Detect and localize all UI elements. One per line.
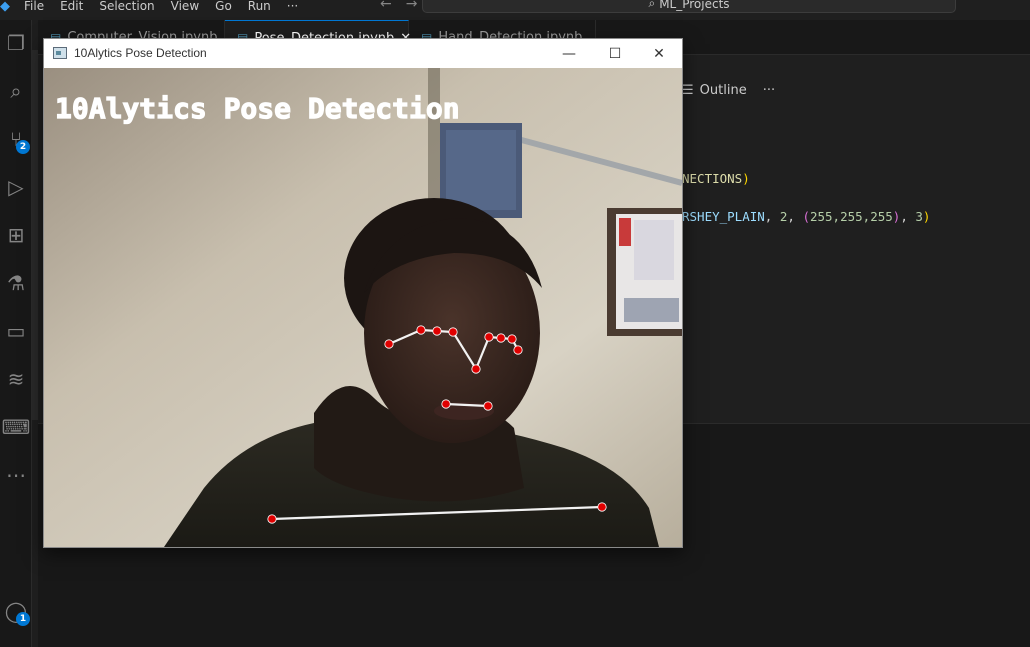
vscode-logo-icon: ◆ [0, 0, 10, 14]
code-line-connections[interactable]: NECTIONS) [682, 171, 750, 186]
landmark-left-ear [513, 345, 523, 355]
code-paren: ) [922, 209, 931, 224]
code-paren: ) [742, 171, 750, 186]
activity-bar: ❐ ⌕ ⑂ 2 ▷ ⊞ ⚗ ▭ ≋ ⌨ ⋯ ◯ 1 [0, 20, 32, 647]
poster-detail [446, 130, 516, 210]
landmark-right-eye-outer [416, 325, 426, 335]
source-control-badge: 2 [16, 140, 30, 154]
menu-file[interactable]: File [24, 0, 44, 13]
calendar-page [634, 220, 674, 280]
accounts-badge: 1 [16, 612, 30, 626]
window-title-bar[interactable]: 10Alytics Pose Detection — ☐ ✕ [44, 39, 682, 68]
close-button[interactable]: ✕ [636, 39, 682, 68]
landmark-right-eye [432, 326, 442, 336]
maximize-button[interactable]: ☐ [592, 39, 638, 68]
search-icon[interactable]: ⌕ [0, 76, 32, 106]
landmark-left-eye [496, 333, 506, 343]
app-window-icon [53, 47, 67, 59]
nav-buttons: ← → [380, 0, 417, 12]
pose-detection-window[interactable]: 10Alytics Pose Detection — ☐ ✕ 10Alytics… [43, 38, 683, 548]
landmark-right-eye-inner [448, 327, 458, 337]
overlay-title-text: 10Alytics Pose Detection [55, 92, 460, 125]
minimize-button[interactable]: — [546, 39, 592, 68]
remote-explorer-icon[interactable]: ▭ [0, 316, 32, 346]
webcam-frame-svg: 10Alytics Pose Detection [44, 68, 682, 547]
landmark-nose [471, 364, 481, 374]
menu-more[interactable]: ··· [287, 0, 298, 13]
list-icon: ☰ [682, 82, 694, 98]
more-actions-icon[interactable]: ··· [763, 83, 775, 98]
menu-run[interactable]: Run [248, 0, 271, 13]
menu-selection[interactable]: Selection [99, 0, 154, 13]
landmark-mouth-right [441, 399, 451, 409]
run-debug-icon[interactable]: ▷ [0, 172, 32, 202]
menu-bar: ◆ File Edit Selection View Go Run ··· [0, 0, 314, 16]
landmark-mouth-left [483, 401, 493, 411]
code-line-puttext[interactable]: RSHEY_PLAIN, 2, (255,255,255), 3) [682, 209, 930, 224]
menu-view[interactable]: View [171, 0, 199, 13]
menu-go[interactable]: Go [215, 0, 232, 13]
code-sep: , [787, 209, 803, 224]
code-rgb: 255,255,255 [809, 209, 893, 224]
back-arrow-icon[interactable]: ← [380, 0, 392, 12]
docker-icon[interactable]: ≋ [0, 364, 32, 394]
landmark-left-eye-outer [507, 334, 517, 344]
menu-edit[interactable]: Edit [60, 0, 83, 13]
landmark-left-eye-inner [484, 332, 494, 342]
code-sep: , [764, 209, 780, 224]
search-text: ML_Projects [659, 0, 730, 11]
calendar-strip [624, 298, 679, 322]
outline-label: Outline [699, 82, 747, 98]
search-icon: ⌕ [648, 0, 656, 10]
code-paren: ( [802, 209, 810, 224]
more-icon[interactable]: ⋯ [0, 460, 32, 490]
landmark-right-ear [384, 339, 394, 349]
window-title: 10Alytics Pose Detection [74, 46, 207, 60]
code-ident: NECTIONS [682, 171, 743, 186]
code-const: RSHEY_PLAIN [682, 209, 765, 224]
code-num: 3 [915, 209, 923, 224]
terminal-icon[interactable]: ⌨ [0, 412, 32, 442]
door-edge [428, 68, 440, 218]
landmark-right-shoulder [267, 514, 277, 524]
testing-flask-icon[interactable]: ⚗ [0, 268, 32, 298]
code-sep: , [900, 209, 916, 224]
command-center-search[interactable]: ⌕ ML_Projects [422, 0, 956, 13]
extensions-icon[interactable]: ⊞ [0, 220, 32, 250]
video-frame: 10Alytics Pose Detection [44, 68, 682, 547]
forward-arrow-icon[interactable]: → [406, 0, 418, 12]
outline-button[interactable]: ☰ Outline ··· [682, 80, 775, 100]
explorer-icon[interactable]: ❐ [0, 28, 32, 58]
calendar-mark [619, 218, 631, 246]
title-bar: ◆ File Edit Selection View Go Run ··· ← … [0, 0, 1030, 20]
landmark-left-shoulder [597, 502, 607, 512]
